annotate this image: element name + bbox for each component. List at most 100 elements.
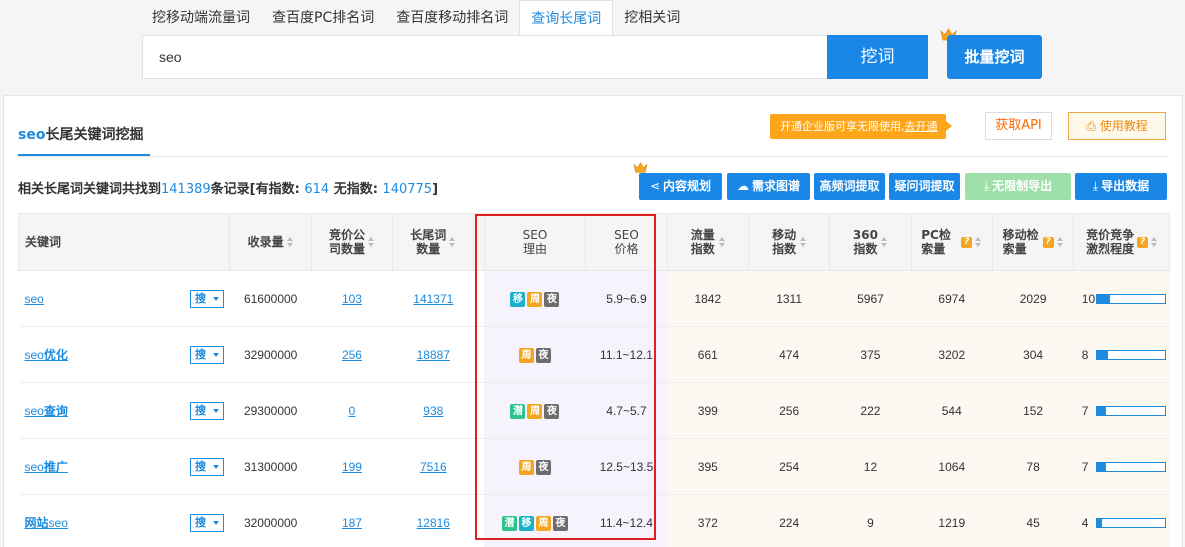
bid-companies-link[interactable]: 256: [342, 348, 362, 362]
help-icon[interactable]: ?: [1042, 236, 1054, 248]
index-count-cell: 61600000: [229, 270, 312, 327]
competition-bar: [1095, 517, 1166, 528]
seo-reason-tag: 夜: [544, 291, 560, 307]
search-box: [142, 35, 828, 79]
high-freq-button[interactable]: 高频词提取: [814, 173, 885, 200]
keyword-highlight: seo: [48, 516, 68, 530]
longtail-count-link[interactable]: 18887: [417, 348, 450, 362]
search-dropdown-button[interactable]: 搜: [189, 458, 224, 476]
bid-companies-link[interactable]: 0: [349, 404, 356, 418]
tool-tabs: 挖移动端流量词 查百度PC排名词 查百度移动排名词 查询长尾词 挖相关词: [141, 0, 691, 36]
keyword-prefix: 网站: [24, 516, 49, 530]
dig-button[interactable]: 挖词: [827, 35, 928, 79]
seo-reason-tag: 夜: [535, 459, 551, 475]
competition-cell: 10: [1073, 270, 1170, 327]
summary-suffix: ]: [432, 182, 439, 197]
seo-reason-tag: 潜: [510, 403, 526, 419]
col-mobile-index[interactable]: 移动指数: [747, 213, 831, 271]
index-360-cell: 12: [829, 438, 912, 495]
longtail-panel: seo长尾关键词挖掘 开通企业版可享无限使用,去开通 获取API ⎙ 使用教程 …: [3, 95, 1183, 547]
seo-reason-cell: 潜移周夜: [484, 494, 586, 547]
col-mobile-search[interactable]: 移动检索量?: [991, 213, 1075, 271]
promo-open-link[interactable]: 去开通: [905, 120, 938, 133]
seo-reason-tag: 周: [518, 459, 534, 475]
bid-companies-link[interactable]: 103: [342, 292, 362, 306]
col-seo-price: SEO价格: [585, 213, 668, 271]
title-text: 长尾关键词挖掘: [45, 127, 144, 143]
keyword-link[interactable]: seo优化: [25, 348, 68, 362]
question-word-button[interactable]: 疑问词提取: [889, 173, 960, 200]
search-dropdown-button[interactable]: 搜: [189, 402, 224, 420]
bid-companies-cell: 0: [311, 382, 393, 439]
col-longtail-count[interactable]: 长尾词数量: [392, 213, 475, 271]
keyword-link[interactable]: 网站seo: [25, 516, 68, 530]
summary-with-index: 614: [304, 182, 330, 197]
unlimited-export-label: 无限制导出: [992, 179, 1053, 193]
search-input[interactable]: [143, 36, 827, 78]
seo-reason-cell: 周夜: [484, 326, 586, 383]
col-index-count[interactable]: 收录量: [229, 213, 312, 271]
pc-search-cell: 1219: [911, 494, 993, 547]
tab-baidu-pc-rank[interactable]: 查百度PC排名词: [261, 0, 385, 35]
tutorial-button[interactable]: ⎙ 使用教程: [1068, 112, 1166, 140]
sort-icon: [286, 237, 294, 248]
competition-bar: [1095, 293, 1166, 304]
longtail-count-cell: 12816: [392, 494, 474, 547]
tab-longtail[interactable]: 查询长尾词: [519, 0, 614, 36]
get-api-button[interactable]: 获取API: [985, 112, 1052, 140]
index-count-cell: 32000000: [229, 494, 312, 547]
help-icon[interactable]: ?: [1137, 236, 1149, 248]
seo-price-cell: 4.7~5.7: [585, 382, 668, 439]
search-dropdown-button[interactable]: 搜: [189, 514, 224, 532]
col-bid-companies[interactable]: 竞价公司数量: [310, 213, 394, 271]
bid-companies-cell: 103: [311, 270, 393, 327]
help-icon[interactable]: ?: [961, 236, 973, 248]
longtail-count-link[interactable]: 141371: [413, 292, 453, 306]
keyword-link[interactable]: seo: [25, 292, 44, 306]
tab-mobile-traffic[interactable]: 挖移动端流量词: [141, 0, 261, 35]
tutorial-icon: ⎙: [1086, 119, 1100, 133]
sort-icon: [718, 236, 726, 248]
longtail-count-link[interactable]: 12816: [417, 516, 450, 530]
export-data-button[interactable]: ⤓ 导出数据: [1075, 173, 1167, 200]
keyword-highlight: seo: [24, 404, 44, 418]
competition-cell: 4: [1073, 494, 1170, 547]
keyword-cell: seo优化 搜: [18, 326, 230, 383]
title-underline: [18, 154, 150, 156]
competition-bar: [1095, 461, 1166, 472]
keyword-table: 关键词 收录量 竞价公司数量 长尾词数量 SEO理由 SEO价格 流量指数 移动…: [17, 213, 1170, 547]
demand-graph-button[interactable]: ☁ 需求图谱: [727, 173, 810, 200]
index-count-cell: 32900000: [229, 326, 312, 383]
keyword-link[interactable]: seo查询: [25, 404, 68, 418]
longtail-count-link[interactable]: 938: [423, 404, 443, 418]
index-360-cell: 5967: [829, 270, 912, 327]
competition-value: 4: [1081, 515, 1089, 530]
col-competition[interactable]: 竞价竞争激烈程度?: [1073, 213, 1170, 271]
longtail-count-cell: 141371: [392, 270, 474, 327]
bid-companies-link[interactable]: 199: [342, 460, 362, 474]
longtail-count-link[interactable]: 7516: [420, 460, 447, 474]
col-pc-search[interactable]: PC检索量?: [910, 213, 993, 271]
tab-related[interactable]: 挖相关词: [613, 0, 691, 35]
search-dropdown-button[interactable]: 搜: [189, 290, 224, 308]
keyword-link[interactable]: seo推广: [25, 460, 68, 474]
enterprise-promo: 开通企业版可享无限使用,去开通: [770, 114, 951, 139]
sort-icon: [881, 236, 888, 248]
competition-bar-fill: [1096, 294, 1111, 303]
seo-price-cell: 5.9~6.9: [585, 270, 668, 327]
col-traffic-index[interactable]: 流量指数: [666, 213, 749, 271]
col-360-index[interactable]: 360指数: [829, 213, 912, 271]
mobile-index-cell: 1311: [748, 270, 830, 327]
batch-dig-button[interactable]: 批量挖词: [947, 35, 1042, 79]
page-title: seo长尾关键词挖掘: [18, 124, 143, 144]
table-row: 网站seo 搜 32000000 187 12816 潜移周夜 11.4~12.…: [18, 494, 1170, 547]
content-plan-button[interactable]: ⋖ 内容规划: [639, 173, 722, 200]
seo-reason-tag: 移: [510, 291, 526, 307]
search-dropdown-button[interactable]: 搜: [189, 346, 224, 364]
pc-search-cell: 6974: [911, 270, 993, 327]
tab-baidu-mobile-rank[interactable]: 查百度移动排名词: [385, 0, 519, 35]
traffic-index-cell: 661: [667, 326, 749, 383]
competition-value: 7: [1081, 459, 1089, 474]
unlimited-export-button[interactable]: ⤓ 无限制导出: [965, 173, 1071, 200]
bid-companies-link[interactable]: 187: [342, 516, 362, 530]
